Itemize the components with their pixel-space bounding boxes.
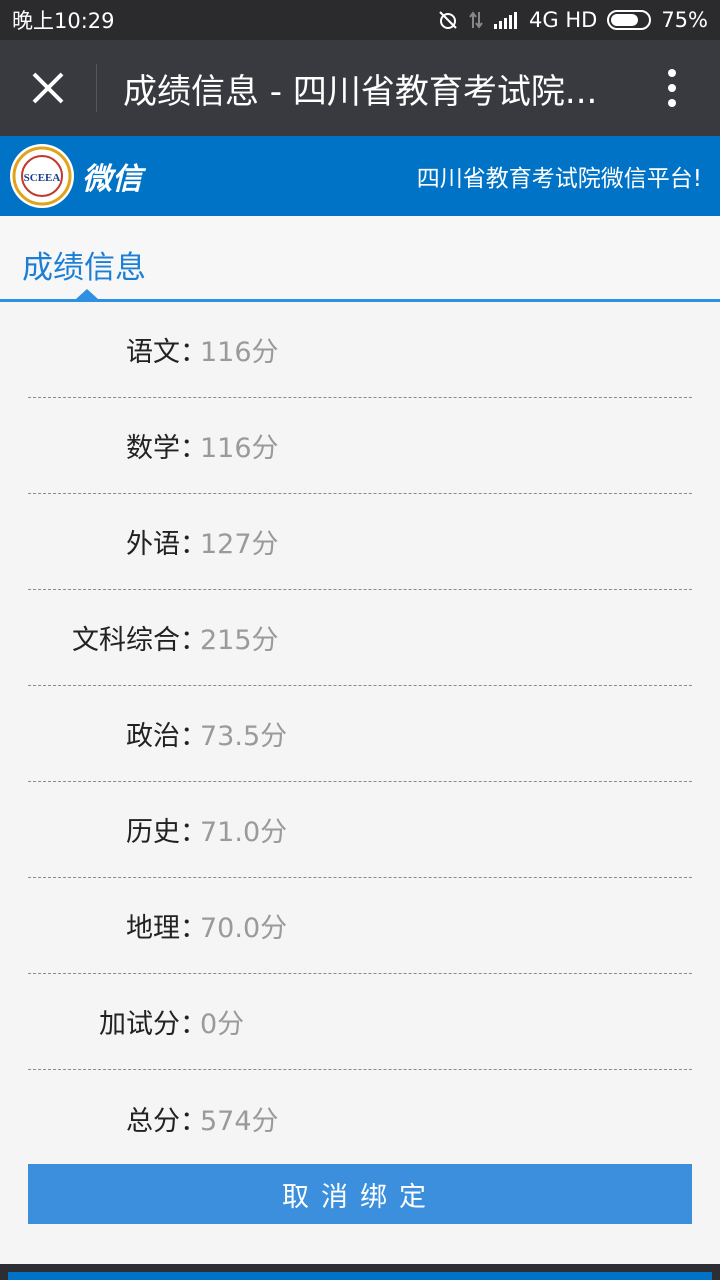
close-button[interactable] [0, 40, 96, 136]
tab-header: 成绩信息 [0, 216, 720, 302]
unbind-button[interactable]: 取消绑定 [28, 1164, 692, 1224]
sceea-logo: SCEEA [10, 144, 74, 208]
score-colon: ： [180, 1009, 207, 1040]
score-label: 外语 [126, 529, 180, 560]
score-row: 总分： 574分 [28, 1070, 692, 1166]
score-value: 574分 [200, 1105, 279, 1137]
status-icons: 4G HD 75% [437, 8, 708, 32]
score-value: 71.0分 [200, 817, 288, 848]
score-row: 文科综合： 215分 [28, 590, 692, 686]
score-value: 116分 [200, 337, 279, 368]
score-label: 历史 [126, 817, 180, 848]
more-options-button[interactable] [624, 40, 720, 136]
status-time: 晚上10:29 [12, 9, 115, 33]
signal-icon [493, 11, 519, 29]
page-title: 成绩信息 - 四川省教育考试院... [123, 71, 598, 112]
banner-slogan: 四川省教育考试院微信平台! [416, 166, 702, 192]
score-label: 语文 [126, 337, 180, 368]
score-label: 地理 [126, 913, 180, 944]
status-bar: 晚上10:29 4G HD 75% [0, 0, 720, 40]
score-colon: ： [180, 1105, 207, 1137]
score-value: 73.5分 [200, 721, 288, 752]
tab-caret-icon [76, 289, 98, 299]
score-colon: ： [180, 433, 207, 464]
score-colon: ： [180, 337, 207, 368]
score-value: 70.0分 [200, 913, 288, 944]
score-colon: ： [180, 913, 207, 944]
network-type: 4G HD [529, 8, 598, 32]
battery-percent: 75% [661, 8, 708, 32]
score-colon: ： [180, 625, 207, 656]
weixin-label: 微信 [82, 162, 142, 197]
score-row: 政治： 73.5分 [28, 686, 692, 782]
score-value: 0分 [200, 1009, 245, 1040]
score-label: 政治 [126, 721, 180, 752]
score-colon: ： [180, 817, 207, 848]
score-value: 127分 [200, 529, 279, 560]
score-row: 加试分： 0分 [28, 974, 692, 1070]
score-row: 历史： 71.0分 [28, 782, 692, 878]
alarm-off-icon [437, 9, 459, 31]
score-row: 语文： 116分 [28, 302, 692, 398]
more-vertical-icon [668, 69, 676, 107]
svg-text:SCEEA: SCEEA [24, 172, 61, 184]
tab-score-info[interactable]: 成绩信息 [22, 242, 146, 287]
score-row: 地理： 70.0分 [28, 878, 692, 974]
score-row: 外语： 127分 [28, 494, 692, 590]
score-label: 文科综合 [72, 625, 180, 656]
score-label: 总分 [126, 1105, 180, 1137]
battery-icon [607, 10, 652, 30]
score-value: 215分 [200, 625, 279, 656]
score-colon: ： [180, 721, 207, 752]
score-colon: ： [180, 529, 207, 560]
title-bar: 成绩信息 - 四川省教育考试院... [0, 40, 720, 136]
score-value: 116分 [200, 433, 279, 464]
bottom-bar [0, 1264, 720, 1280]
close-icon [32, 72, 64, 104]
score-label: 加试分 [99, 1009, 180, 1040]
score-list: 语文： 116分 数学： 116分 外语： 127分 文科综合： 215分 政治： 73.5分 历史… [28, 302, 692, 1166]
data-transfer-icon [469, 10, 483, 30]
banner: SCEEA 微信 四川省教育考试院微信平台! [0, 136, 720, 216]
score-row: 数学： 116分 [28, 398, 692, 494]
score-label: 数学 [126, 433, 180, 464]
